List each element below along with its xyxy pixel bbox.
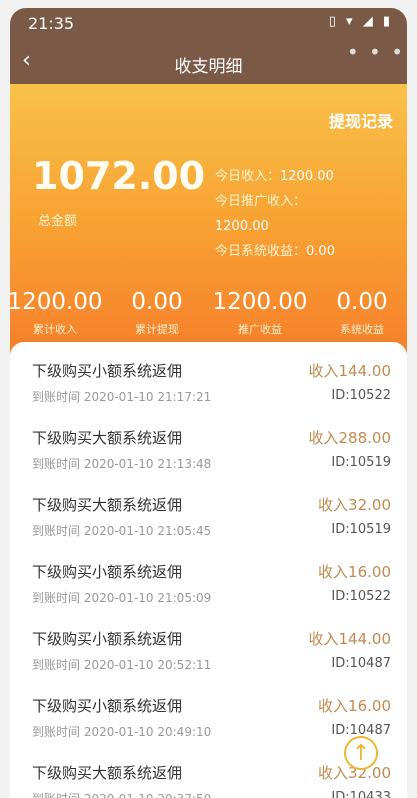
balance-summary: 提现记录 1072.00 总金额 今日收入：1200.00 今日推广收入： 12… [10,84,407,374]
record-title: 下级购买大额系统返佣 [32,764,183,782]
record-amount: 收入144.00 [308,630,392,648]
record-id: ID:10522 [331,388,391,403]
status-icons: ▯ ▾ ◢ ▮ [328,14,393,29]
record-amount: 收入32.00 [318,496,391,514]
record-id: ID:10519 [331,455,391,470]
status-bar: 21:35 ▯ ▾ ◢ ▮ [10,8,407,40]
total-amount: 1072.00 [32,154,206,198]
record-title: 下级购买小额系统返佣 [32,697,183,715]
list-item[interactable]: 下级购买小额系统返佣 到账时间 2020-01-10 20:52:11 收入14… [10,618,407,685]
stat-system-income: 0.00 系统收益 [312,289,407,337]
record-title: 下级购买大额系统返佣 [32,496,183,514]
stat-value: 0.00 [336,289,388,315]
list-item[interactable]: 下级购买大额系统返佣 到账时间 2020-01-10 21:13:48 收入28… [10,417,407,484]
stat-label: 系统收益 [340,323,384,336]
record-time: 到账时间 2020-01-10 20:49:10 [32,725,212,739]
list-item[interactable]: 下级购买大额系统返佣 到账时间 2020-01-10 21:05:45 收入32… [10,484,407,551]
status-time: 21:35 [28,14,75,33]
record-time: 到账时间 2020-01-10 21:05:09 [32,591,212,605]
record-time: 到账时间 2020-01-10 20:52:11 [32,658,212,672]
record-title: 下级购买小额系统返佣 [32,362,183,380]
scroll-to-top-button[interactable]: ↑ [344,736,378,770]
app-screen: 21:35 ▯ ▾ ◢ ▮ ‹ 收支明细 • • • 提现记录 1072.00 … [10,8,407,798]
record-amount: 收入288.00 [308,429,392,447]
stat-total-income: 1200.00 累计收入 [10,289,105,337]
record-time: 到账时间 2020-01-10 21:05:45 [32,524,212,538]
stat-promo-income: 1200.00 推广收益 [210,289,310,337]
record-id: ID:10487 [331,656,391,671]
today-summary: 今日收入：1200.00 今日推广收入： 1200.00 今日系统收益：0.00 [215,164,335,264]
list-item[interactable]: 下级购买小额系统返佣 到账时间 2020-01-10 21:17:21 收入14… [10,350,407,417]
record-time: 到账时间 2020-01-10 21:13:48 [32,457,212,471]
nav-bar: ‹ 收支明细 • • • [10,40,407,84]
record-title: 下级购买大额系统返佣 [32,429,183,447]
record-id: ID:10519 [331,522,391,537]
stat-label: 推广收益 [238,323,282,336]
more-dots-icon[interactable]: • • • [347,40,405,64]
record-id: ID:10522 [331,589,391,604]
records-list: 下级购买小额系统返佣 到账时间 2020-01-10 21:17:21 收入14… [10,342,407,798]
record-time: 到账时间 2020-01-10 21:17:21 [32,390,212,404]
stats-row: 1200.00 累计收入 0.00 累计提现 1200.00 推广收益 0.00… [10,289,407,349]
today-promo-value: 1200.00 [215,219,269,234]
stat-value: 0.00 [131,289,183,315]
stat-value: 1200.00 [212,289,308,315]
record-amount: 收入144.00 [308,362,392,380]
stat-total-withdraw: 0.00 累计提现 [107,289,207,337]
record-amount: 收入16.00 [318,697,391,715]
total-amount-label: 总金额 [38,214,78,229]
withdraw-records-link[interactable]: 提现记录 [329,108,393,132]
stat-label: 累计提现 [135,323,179,336]
today-income-label: 今日收入： [215,169,281,184]
stat-value: 1200.00 [10,289,103,315]
arrow-up-icon: ↑ [351,741,371,766]
record-time: 到账时间 2020-01-10 20:37:50 [32,790,211,798]
today-system-value: 0.00 [306,244,335,259]
stat-label: 累计收入 [33,323,77,336]
record-title: 下级购买小额系统返佣 [32,630,183,648]
record-amount: 收入16.00 [318,563,391,581]
record-id: ID:10433 [331,790,391,798]
today-system-label: 今日系统收益： [215,244,307,259]
today-promo-label: 今日推广收入： [215,194,307,209]
today-income-value: 1200.00 [280,169,334,184]
record-title: 下级购买小额系统返佣 [32,563,183,581]
list-item[interactable]: 下级购买小额系统返佣 到账时间 2020-01-10 21:05:09 收入16… [10,551,407,618]
